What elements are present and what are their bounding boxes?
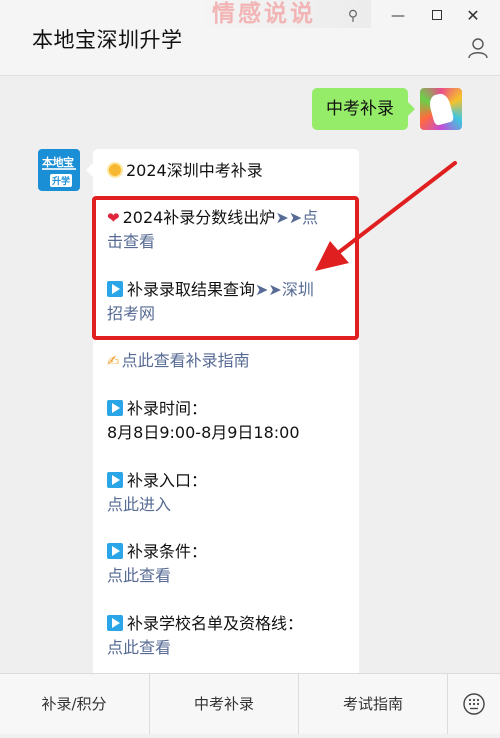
play-icon — [107, 472, 123, 488]
maximize-icon — [432, 10, 442, 20]
keyboard-toggle-button[interactable] — [447, 674, 500, 734]
section-time-value: 8月8日9:00-8月9日18:00 — [107, 423, 300, 442]
section-entry-link-line: 点此进入 — [107, 493, 355, 517]
bot-avatar-tag: 升学 — [50, 174, 73, 187]
section-entry-label: 补录入口： — [107, 469, 355, 493]
headline-text: 2024深圳中考补录 — [126, 161, 263, 180]
close-button[interactable]: ✕ — [461, 6, 485, 26]
entry-link[interactable]: 点此进入 — [107, 495, 171, 514]
highlight-box — [92, 196, 359, 340]
guide-line: ✍ 点此查看补录指南 — [107, 349, 355, 373]
schools-label: 补录学校名单及资格线： — [127, 614, 304, 633]
chat-title: 本地宝深圳升学 — [32, 28, 183, 52]
menu-item-supplement-points[interactable]: 补录/积分 — [0, 674, 148, 734]
section-schools-link-line: 点此查看 — [107, 636, 355, 660]
pin-icon[interactable]: ⚲ — [341, 6, 365, 26]
menu-item-supplement[interactable]: 中考补录 — [149, 674, 298, 734]
bot-avatar-divider — [42, 168, 76, 170]
minimize-button[interactable]: — — [386, 6, 410, 26]
play-icon — [107, 615, 123, 631]
user-avatar[interactable] — [420, 88, 462, 130]
schools-link[interactable]: 点此查看 — [107, 638, 171, 657]
condition-label: 补录条件： — [127, 542, 208, 561]
section-time-label: 补录时间： — [107, 397, 355, 421]
window-header: 本地宝深圳升学 情感说说 ⚲ — ✕ — [0, 0, 500, 76]
condition-link[interactable]: 点此查看 — [107, 566, 171, 585]
play-icon — [107, 400, 123, 416]
profile-icon[interactable] — [466, 36, 490, 60]
time-label: 补录时间： — [127, 399, 208, 418]
writing-hand-icon: ✍ — [107, 352, 120, 370]
section-condition-label: 补录条件： — [107, 540, 355, 564]
bot-avatar[interactable]: 本地宝 升学 — [38, 149, 80, 191]
headline: 2024深圳中考补录 — [107, 159, 355, 183]
sun-icon — [109, 164, 121, 176]
play-icon — [107, 543, 123, 559]
guide-link[interactable]: 点此查看补录指南 — [122, 351, 250, 370]
maximize-button[interactable] — [425, 6, 449, 26]
keyboard-icon — [463, 693, 485, 715]
chat-area[interactable]: 中考补录 本地宝 升学 2024深圳中考补录 ❤ 2024补录分数线出炉➤➤点 击… — [0, 76, 500, 679]
menu-item-exam-guide[interactable]: 考试指南 — [298, 674, 447, 734]
entry-label: 补录入口： — [127, 471, 208, 490]
section-schools-label: 补录学校名单及资格线： — [107, 612, 355, 636]
bottom-menu: 补录/积分 中考补录 考试指南 — [0, 673, 500, 734]
avatar-figure — [427, 91, 455, 127]
section-condition-link-line: 点此查看 — [107, 564, 355, 588]
user-message-bubble[interactable]: 中考补录 — [312, 88, 415, 130]
